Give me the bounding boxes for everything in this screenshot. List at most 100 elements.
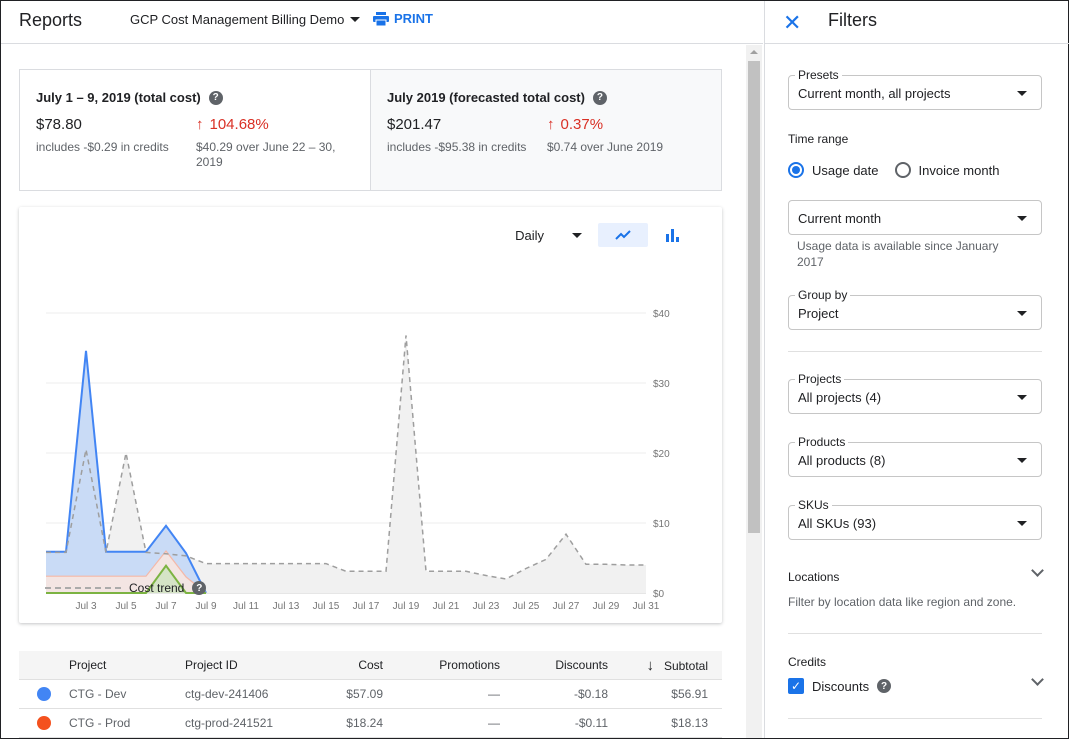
billing-account-name: GCP Cost Management Billing Demo xyxy=(130,12,345,27)
caret-down-icon xyxy=(1017,458,1027,463)
help-icon[interactable]: ? xyxy=(592,90,607,105)
cell-discounts: -$0.11 xyxy=(574,716,608,730)
summary-heading: July 2019 (forecasted total cost) xyxy=(387,90,585,105)
help-icon[interactable]: ? xyxy=(877,679,892,693)
cell-project-id: ctg-dev-241406 xyxy=(185,687,269,701)
group-by-label: Group by xyxy=(795,288,851,302)
summary-amount: $201.47 xyxy=(387,116,442,133)
cell-discounts: -$0.18 xyxy=(573,687,608,701)
column-header-cost[interactable]: Cost xyxy=(305,658,383,672)
cell-project: CTG - Prod xyxy=(69,716,131,730)
chart-legend: Cost trend ? xyxy=(45,581,207,595)
caret-down-icon xyxy=(1017,311,1027,316)
projects-select[interactable]: Projects All projects (4) xyxy=(788,372,1042,414)
time-range-label: Time range xyxy=(788,132,849,146)
sort-arrow-down-icon: ↓ xyxy=(646,656,654,674)
x-tick-label: Jul 5 xyxy=(115,601,137,612)
presets-select[interactable]: Presets Current month, all projects xyxy=(788,68,1042,110)
cell-promotions: — xyxy=(488,687,500,701)
bar-chart-toggle[interactable] xyxy=(648,223,698,247)
products-select[interactable]: Products All products (8) xyxy=(788,435,1042,477)
chart-controls: Daily xyxy=(515,223,698,247)
time-range-select[interactable]: Current month xyxy=(788,200,1042,235)
x-tick-label: Jul 11 xyxy=(233,601,259,612)
discounts-checkbox[interactable]: ✓ xyxy=(788,678,804,694)
products-value: All products (8) xyxy=(798,453,886,468)
x-tick-label: Jul 31 xyxy=(633,601,660,612)
column-header-project[interactable]: Project xyxy=(69,658,185,672)
credits-label: Credits xyxy=(788,655,827,669)
time-range-radios: Usage date Invoice month xyxy=(788,162,999,178)
x-tick-label: Jul 19 xyxy=(393,601,420,612)
x-tick-label: Jul 21 xyxy=(433,601,460,612)
arrow-up-icon: ↑ xyxy=(196,116,204,133)
scrollbar-thumb[interactable] xyxy=(748,61,760,533)
period-select[interactable]: Daily xyxy=(515,228,582,243)
usage-date-label[interactable]: Usage date xyxy=(812,163,879,178)
summary-credits: includes -$0.29 in credits xyxy=(36,140,169,154)
summary-compare: $40.29 over June 22 – 30, 2019 xyxy=(196,140,336,169)
arrow-up-icon: ↑ xyxy=(547,116,555,133)
cost-chart: $0 $10 $20 $30 $40 Jul 3 Jul 5 Jul 7 Jul 9 Jul 11… xyxy=(46,309,670,612)
cell-subtotal: $18.13 xyxy=(671,716,708,730)
x-tick-label: Jul 9 xyxy=(195,601,217,612)
column-header-promotions[interactable]: Promotions xyxy=(383,658,500,672)
cell-project: CTG - Dev xyxy=(69,687,127,701)
project-color-dot xyxy=(37,716,51,730)
line-chart-toggle[interactable] xyxy=(598,223,648,247)
cost-table: Project Project ID Cost Promotions Disco… xyxy=(19,651,722,738)
summary-card-total: July 1 – 9, 2019 (total cost)? $78.80 in… xyxy=(20,70,370,190)
invoice-month-radio[interactable] xyxy=(894,162,911,178)
summary-compare: $0.74 over June 2019 xyxy=(547,140,664,154)
cell-cost: $57.09 xyxy=(346,687,383,701)
page-title: Reports xyxy=(19,10,83,30)
discounts-checkbox-row[interactable]: ✓ Discounts ? xyxy=(788,678,892,694)
column-header-project-id[interactable]: Project ID xyxy=(185,658,305,672)
x-tick-label: Jul 29 xyxy=(593,601,620,612)
usage-data-hint: Usage data is available since January 20… xyxy=(797,239,999,269)
scroll-up-arrow-icon[interactable] xyxy=(750,50,758,54)
chevron-down-icon[interactable] xyxy=(1031,564,1044,577)
report-content: July 1 – 9, 2019 (total cost)? $78.80 in… xyxy=(1,45,763,738)
x-tick-label: Jul 27 xyxy=(553,601,580,612)
caret-down-icon xyxy=(1017,216,1027,221)
y-tick-label: $30 xyxy=(653,379,670,390)
chevron-down-icon[interactable] xyxy=(1031,673,1044,686)
filters-panel: ✕ Filters Presets Current month, all pro… xyxy=(764,1,1069,738)
caret-down-icon xyxy=(1017,521,1027,526)
vertical-scrollbar[interactable] xyxy=(746,45,762,738)
help-icon[interactable]: ? xyxy=(192,581,207,595)
table-row[interactable]: CTG - Dev ctg-dev-241406 $57.09 — -$0.18… xyxy=(19,680,722,709)
project-color-dot xyxy=(37,687,51,701)
skus-value: All SKUs (93) xyxy=(798,516,877,531)
summary-credits: includes -$95.38 in credits xyxy=(387,140,527,154)
x-tick-label: Jul 7 xyxy=(155,601,177,612)
billing-account-selector[interactable]: GCP Cost Management Billing Demo xyxy=(130,12,361,27)
presets-label: Presets xyxy=(795,68,842,82)
filters-header: ✕ Filters xyxy=(765,1,1069,44)
x-tick-label: Jul 17 xyxy=(353,601,380,612)
presets-value: Current month, all projects xyxy=(798,86,951,101)
locations-label: Locations xyxy=(788,570,840,584)
usage-date-radio[interactable] xyxy=(788,162,804,178)
x-tick-label: Jul 23 xyxy=(473,601,500,612)
cell-promotions: — xyxy=(488,716,500,730)
divider xyxy=(788,718,1042,719)
skus-select[interactable]: SKUs All SKUs (93) xyxy=(788,498,1042,540)
help-icon[interactable]: ? xyxy=(208,90,223,105)
print-button[interactable]: PRINT xyxy=(373,11,433,26)
time-range-value: Current month xyxy=(798,211,882,226)
cell-subtotal: $56.91 xyxy=(671,687,708,701)
skus-label: SKUs xyxy=(795,498,832,512)
column-header-subtotal[interactable]: ↓ Subtotal xyxy=(608,657,708,674)
summary-change: 0.37% xyxy=(560,116,604,133)
group-by-select[interactable]: Group by Project xyxy=(788,288,1042,330)
period-value: Daily xyxy=(515,227,544,243)
caret-down-icon xyxy=(572,232,582,238)
caret-down-icon xyxy=(1017,395,1027,400)
close-icon[interactable]: ✕ xyxy=(783,10,801,36)
x-tick-label: Jul 3 xyxy=(75,601,97,612)
invoice-month-label[interactable]: Invoice month xyxy=(919,163,1000,178)
column-header-discounts[interactable]: Discounts xyxy=(500,658,608,672)
table-row[interactable]: CTG - Prod ctg-prod-241521 $18.24 — -$0.… xyxy=(19,709,722,738)
